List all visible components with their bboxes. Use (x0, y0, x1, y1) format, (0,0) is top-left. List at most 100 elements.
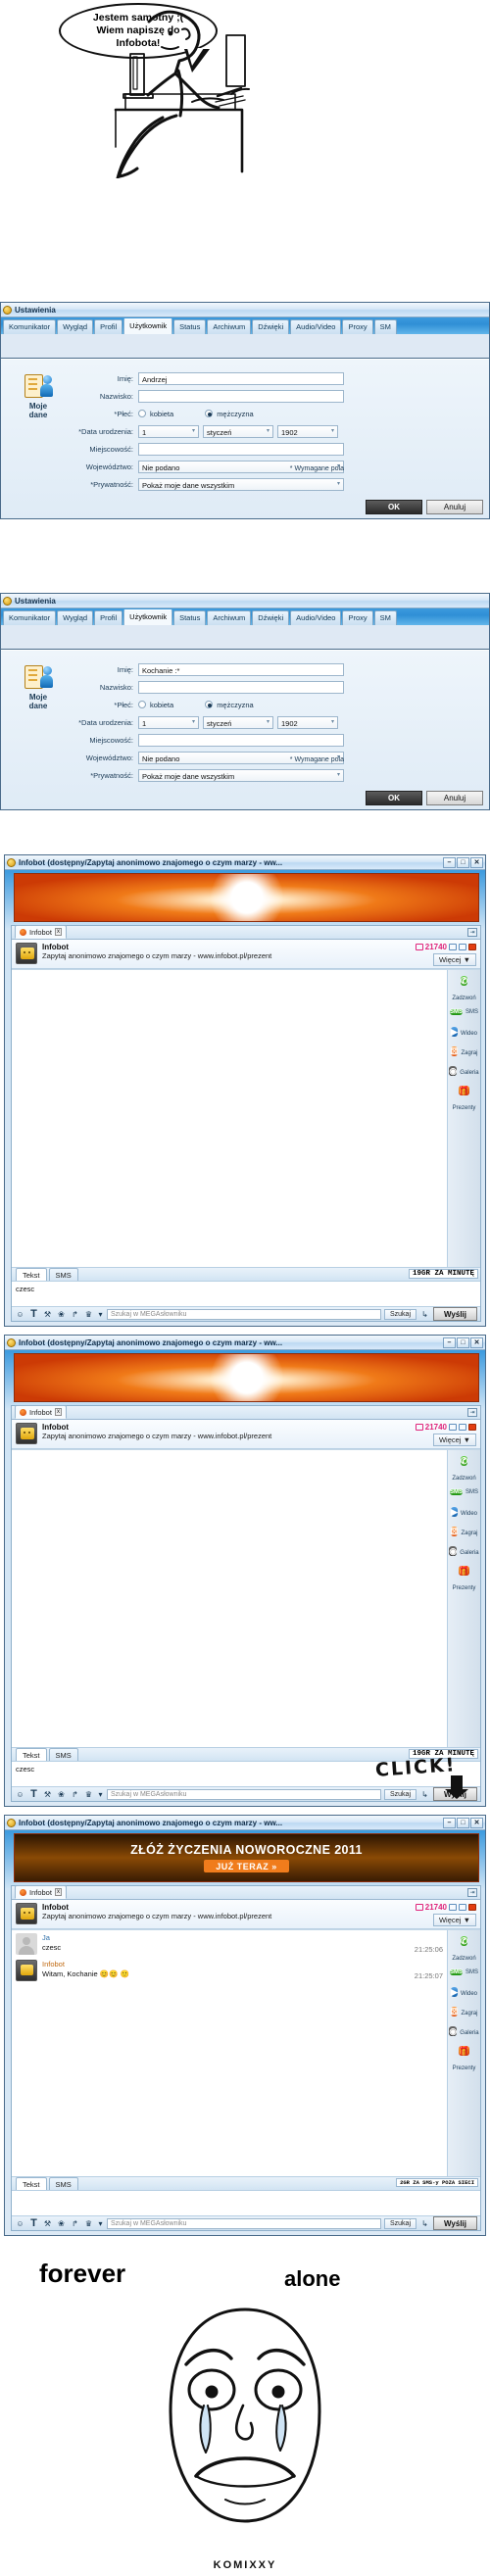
dock-icon-2[interactable]: ⇥ (467, 1408, 477, 1417)
search-button-3[interactable]: Szukaj (384, 2217, 417, 2229)
tab-profil[interactable]: Profil (94, 319, 123, 334)
tab-dzwieki[interactable]: Dźwięki (252, 319, 290, 334)
more-button-3[interactable]: Więcej ▼ (432, 1914, 476, 1926)
unlock-icon-3[interactable] (468, 1904, 476, 1911)
wrench-icon[interactable]: ⚒ (42, 1310, 53, 1319)
maximize-button-3[interactable]: □ (457, 1817, 469, 1828)
ad-banner-clock-2[interactable] (14, 1353, 479, 1402)
wrench-icon-3[interactable]: ⚒ (42, 2219, 53, 2228)
sidebar3-button-galeria[interactable]: ◉ Galeria (449, 2022, 480, 2041)
search-button-2[interactable]: Szukaj (384, 1788, 417, 1800)
conversation-tab-infobot[interactable]: Infobot x (15, 925, 67, 939)
input2-last-name[interactable] (138, 680, 344, 694)
crown-icon[interactable]: ♛ (83, 1310, 94, 1319)
card-icon-2[interactable] (459, 1424, 466, 1431)
emoticon-icon-3[interactable]: ☺ (15, 2219, 25, 2228)
select2-birth-year[interactable]: 1902 (277, 715, 338, 729)
crown-icon-2[interactable]: ♛ (83, 1790, 94, 1799)
conversation-tab-close-icon-2[interactable]: x (54, 1408, 62, 1416)
sidebar3-button-sms[interactable]: SMS SMS (449, 1964, 480, 1982)
enter-icon-3[interactable]: ↳ (419, 2219, 430, 2228)
cancel-button[interactable]: Anuluj (426, 500, 483, 514)
input-first-name[interactable]: Andrzej (138, 371, 344, 385)
ad-banner-clock[interactable] (14, 873, 479, 922)
minimize-button[interactable]: – (443, 856, 456, 868)
tab2-dzwieki[interactable]: Dźwięki (252, 610, 290, 625)
minimize-button-2[interactable]: – (443, 1337, 456, 1348)
tab2-uzytkownik[interactable]: Użytkownik (123, 609, 173, 625)
enter-icon[interactable]: ↳ (419, 1310, 430, 1319)
share-icon-3[interactable]: ↱ (70, 2219, 80, 2228)
input-last-name[interactable] (138, 389, 344, 403)
sidebar2-button-wideo[interactable]: ▶ Wideo (449, 1503, 480, 1522)
gift-toolbar-icon-2[interactable]: ❀ (56, 1790, 67, 1799)
close-button-2[interactable]: ✕ (470, 1337, 483, 1348)
dictionary-search-input-2[interactable]: Szukaj w MEGAsłowniku (107, 1788, 381, 1800)
font-icon-2[interactable]: T (28, 1788, 39, 1800)
share-icon[interactable]: ↱ (70, 1310, 80, 1319)
input2-city[interactable] (138, 733, 344, 747)
note-icon-3[interactable] (449, 1904, 457, 1911)
conversation-tab-infobot-2[interactable]: Infobot x (15, 1405, 67, 1419)
emoticon-icon[interactable]: ☺ (15, 1310, 25, 1319)
maximize-button[interactable]: □ (457, 856, 469, 868)
sidebar-button-prezenty[interactable]: 🎁 Prezenty (449, 1082, 480, 1112)
radio2-male[interactable] (205, 701, 214, 708)
conversation-tab-infobot-3[interactable]: Infobot x (15, 1885, 67, 1899)
wrench-icon-2[interactable]: ⚒ (42, 1790, 53, 1799)
unlock-icon[interactable] (468, 944, 476, 950)
conversation-tab-close-icon-3[interactable]: x (54, 1888, 62, 1896)
close-button[interactable]: ✕ (470, 856, 483, 868)
dictionary-search-input-3[interactable]: Szukaj w MEGAsłowniku (107, 2217, 381, 2229)
close-button-3[interactable]: ✕ (470, 1817, 483, 1828)
card-icon[interactable] (459, 944, 466, 950)
sidebar-button-sms[interactable]: SMS SMS (449, 1003, 480, 1022)
select-birth-year[interactable]: 1902 (277, 424, 338, 438)
card-icon-3[interactable] (459, 1904, 466, 1911)
sidebar3-button-zadzwon[interactable]: ✆ Zadzwoń (449, 1932, 480, 1963)
tab-uzytkownik[interactable]: Użytkownik (123, 318, 173, 334)
radio-male[interactable] (205, 410, 214, 417)
send-button[interactable]: Wyślij (433, 1307, 477, 1321)
chevron-down-toolbar-icon-3[interactable]: ▾ (97, 2219, 104, 2228)
sidebar2-button-sms[interactable]: SMS SMS (449, 1483, 480, 1502)
tab-proxy[interactable]: Proxy (342, 319, 373, 334)
share-icon-2[interactable]: ↱ (70, 1790, 80, 1799)
enter-icon-2[interactable]: ↳ (419, 1790, 430, 1799)
tab-komunikator[interactable]: Komunikator (3, 319, 57, 334)
tab-sms[interactable]: SM (373, 319, 397, 334)
dock-icon-3[interactable]: ⇥ (467, 1888, 477, 1897)
chevron-down-toolbar-icon[interactable]: ▾ (97, 1310, 104, 1319)
radio2-female[interactable] (138, 701, 146, 708)
tab-audiovideo[interactable]: Audio/Video (290, 319, 342, 334)
radio-female[interactable] (138, 410, 146, 417)
send-tab-sms-3[interactable]: SMS (48, 2177, 78, 2190)
ok-button-2[interactable]: OK (366, 791, 422, 805)
maximize-button-2[interactable]: □ (457, 1337, 469, 1348)
message-input-3[interactable] (12, 2190, 480, 2215)
tab-archiwum[interactable]: Archiwum (207, 319, 252, 334)
tab2-sms[interactable]: SM (373, 610, 397, 625)
sidebar2-button-zagraj[interactable]: ⚄ Zagraj (449, 1523, 480, 1541)
select2-birth-month[interactable]: styczeń (203, 715, 273, 729)
gift-toolbar-icon[interactable]: ❀ (56, 1310, 67, 1319)
emoticon-icon-2[interactable]: ☺ (15, 1790, 25, 1799)
sidebar2-button-galeria[interactable]: ◉ Galeria (449, 1542, 480, 1561)
sidebar2-button-zadzwon[interactable]: ✆ Zadzwoń (449, 1452, 480, 1482)
cancel-button-2[interactable]: Anuluj (426, 791, 483, 805)
select2-privacy[interactable]: Pokaż moje dane wszystkim (138, 768, 344, 782)
ok-button[interactable]: OK (366, 500, 422, 514)
tab2-proxy[interactable]: Proxy (342, 610, 373, 625)
sidebar3-button-wideo[interactable]: ▶ Wideo (449, 1983, 480, 2002)
send-tab-tekst-2[interactable]: Tekst (16, 1748, 47, 1761)
note-icon-2[interactable] (449, 1424, 457, 1431)
dictionary-search-input[interactable]: Szukaj w MEGAsłowniku (107, 1308, 381, 1320)
dock-icon[interactable]: ⇥ (467, 928, 477, 937)
select2-birth-day[interactable]: 1 (138, 715, 199, 729)
minimize-button-3[interactable]: – (443, 1817, 456, 1828)
unlock-icon-2[interactable] (468, 1424, 476, 1431)
send-button-3[interactable]: Wyślij (433, 2216, 477, 2230)
tab2-wyglad[interactable]: Wygląd (57, 610, 94, 625)
tab2-audiovideo[interactable]: Audio/Video (290, 610, 342, 625)
search-button[interactable]: Szukaj (384, 1308, 417, 1320)
